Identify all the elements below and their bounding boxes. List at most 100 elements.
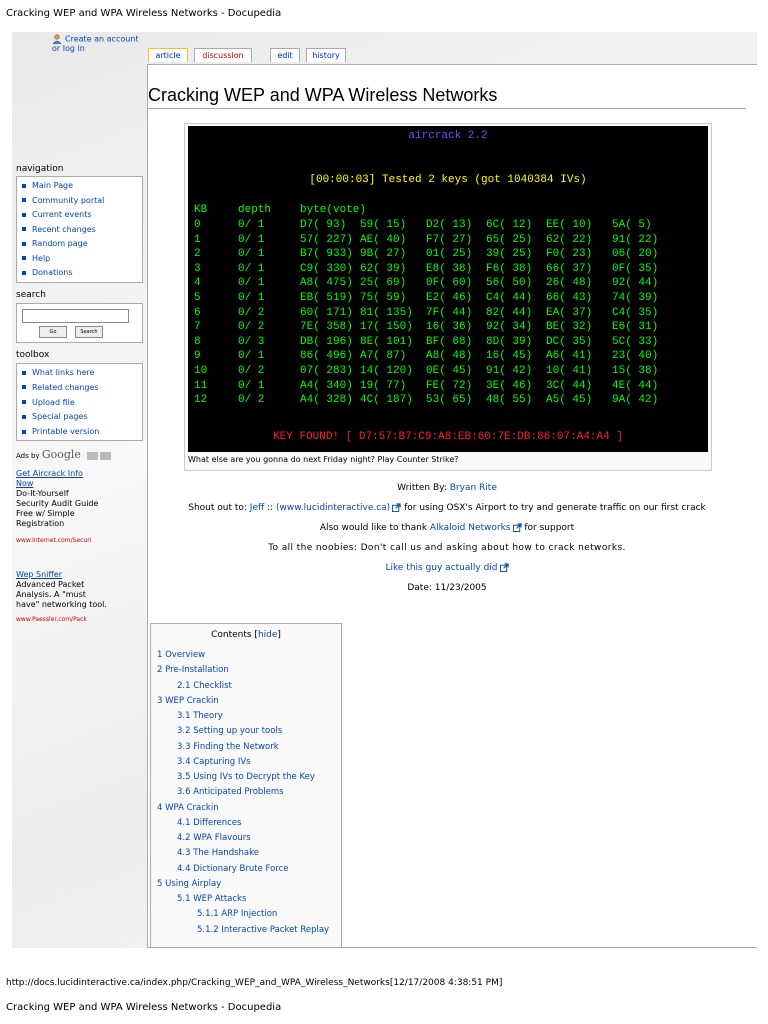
terminal-cell: A8( 475) xyxy=(300,277,353,290)
sidebar-item-toolbox[interactable]: Printable version xyxy=(22,427,99,436)
toc-item[interactable]: 3.1 Theory xyxy=(177,711,223,721)
external-link-icon xyxy=(499,563,509,572)
toc-item[interactable]: 2.1 Checklist xyxy=(177,681,232,691)
terminal-cell: 06( 20) xyxy=(612,248,659,261)
terminal-cell: 12 xyxy=(194,394,208,407)
toc-item[interactable]: 5.1 WEP Attacks xyxy=(177,894,246,904)
author-link[interactable]: Bryan Rite xyxy=(450,483,497,493)
terminal-cell: 26( 48) xyxy=(546,277,593,290)
tab-edit[interactable]: edit xyxy=(270,48,300,62)
terminal-cell: 8E( 101) xyxy=(360,335,413,348)
toc-item[interactable]: 4.4 Dictionary Brute Force xyxy=(177,864,289,874)
terminal-cell: 39( 25) xyxy=(486,248,533,261)
external-link-icon xyxy=(392,503,401,512)
sidebar-item-toolbox[interactable]: Upload file xyxy=(22,398,75,407)
sidebar-item-toolbox[interactable]: What links here xyxy=(22,368,94,377)
toc-item[interactable]: 5 Using Airplay xyxy=(157,879,221,889)
terminal-cell: C4( 35) xyxy=(612,306,659,319)
terminal-cell: C4( 44) xyxy=(486,292,533,304)
toc-item[interactable]: 3.4 Capturing IVs xyxy=(177,757,251,767)
shout-out-line: Shout out to: Jeff :: (www.lucidinteract… xyxy=(148,503,746,513)
toc-item[interactable]: 4.1 Differences xyxy=(177,818,241,828)
terminal-cell: 0F( 35) xyxy=(612,262,659,275)
toc-item[interactable]: 1 Overview xyxy=(157,650,205,660)
written-by-label: Written By: xyxy=(397,483,447,493)
thanks-line: Also would like to thank Alkaloid Networ… xyxy=(148,523,746,533)
search-input[interactable] xyxy=(22,309,129,323)
ad1-title-line2[interactable]: Now xyxy=(16,479,33,488)
search-heading: search xyxy=(16,290,46,300)
terminal-cell: B7( 933) xyxy=(300,248,353,261)
terminal-cell: 0/ 2 xyxy=(238,321,265,334)
terminal-cell: BE( 32) xyxy=(546,321,593,334)
terminal-cell: 91( 42) xyxy=(486,365,533,377)
page-title: Cracking WEP and WPA Wireless Networks xyxy=(148,85,746,109)
toc-item[interactable]: 3.2 Setting up your tools xyxy=(177,726,282,736)
toc-item[interactable]: 4 WPA Crackin xyxy=(157,803,219,813)
ad2-text-line: Advanced Packet xyxy=(16,580,85,589)
sidebar-item-nav[interactable]: Community portal xyxy=(22,196,104,205)
login-link[interactable]: Create an account or log in xyxy=(52,35,139,54)
sidebar-item-nav[interactable]: Donations xyxy=(22,268,73,277)
sidebar-item-nav[interactable]: Random page xyxy=(22,239,88,248)
print-footer-title: Cracking WEP and WPA Wireless Networks -… xyxy=(6,1002,282,1013)
toc-item[interactable]: 4.3 The Handshake xyxy=(177,848,259,858)
terminal-cell: 0/ 1 xyxy=(238,233,265,246)
toc-item[interactable]: 2 Pre-Installation xyxy=(157,665,229,675)
thanks-prefix: Also would like to thank xyxy=(319,523,428,533)
terminal-cell: AE( 40) xyxy=(360,233,407,246)
terminal-cell: 0/ 1 xyxy=(238,277,265,290)
ad1-title-line1[interactable]: Get Aircrack Info xyxy=(16,469,83,478)
print-header: Cracking WEP and WPA Wireless Networks -… xyxy=(6,8,282,19)
ads-by-google[interactable]: Ads by Google xyxy=(16,448,112,461)
ad-nav-arrows-icon[interactable] xyxy=(87,452,112,460)
toc-item[interactable]: 3.6 Anticipated Problems xyxy=(177,787,284,797)
toc-item[interactable]: 3.5 Using IVs to Decrypt the Key xyxy=(177,772,315,782)
tab-history[interactable]: history xyxy=(306,48,346,62)
terminal-cell: 60( 171) xyxy=(300,306,353,319)
sidebar-item-toolbox[interactable]: Special pages xyxy=(22,412,88,421)
toc-item[interactable]: 3.3 Finding the Network xyxy=(177,742,279,752)
terminal-cell: A7( 87) xyxy=(360,350,407,363)
sidebar-item-nav[interactable]: Main Page xyxy=(22,181,73,190)
ad1-url[interactable]: www.Internet.com/Securi xyxy=(16,537,112,544)
tab-article[interactable]: article xyxy=(148,48,188,62)
terminal-cell: 0/ 3 xyxy=(238,335,265,348)
toc-item[interactable]: 3 WEP Crackin xyxy=(157,696,219,706)
ad2-title[interactable]: Wep Sniffer xyxy=(16,570,62,579)
sidebar-item-nav[interactable]: Current events xyxy=(22,210,92,219)
terminal-cell: E6( 31) xyxy=(612,321,659,334)
jeff-link[interactable]: Jeff xyxy=(250,503,264,513)
terminal-cell: 0/ 1 xyxy=(238,292,265,304)
user-icon xyxy=(52,34,62,44)
terminal-cell: 5 xyxy=(194,292,201,304)
terminal-cell: 8 xyxy=(194,335,201,348)
sidebar-item-nav[interactable]: Recent changes xyxy=(22,225,96,234)
sidebar-item-toolbox[interactable]: Related changes xyxy=(22,383,99,392)
terminal-cell: 0/ 2 xyxy=(238,365,265,377)
sidebar: Create an account or log in navigation M… xyxy=(12,32,147,948)
terminal-cell: 10 xyxy=(194,365,208,377)
terminal-cell: 53( 65) xyxy=(426,394,473,407)
ad2-url[interactable]: www.Paessler.com/Pack xyxy=(16,616,112,623)
terminal-cell: 57( 227) xyxy=(300,233,353,246)
lucid-external-link[interactable]: (www.lucidinteractive.ca) xyxy=(276,503,390,513)
go-button[interactable]: Go xyxy=(39,326,67,338)
table-of-contents: Contents [hide] 1 Overview 2 Pre-Installa… xyxy=(150,623,342,947)
terminal-cell: 0F( 60) xyxy=(426,277,473,290)
search-button[interactable]: Search xyxy=(75,326,103,338)
toc-item[interactable]: 5.1.2 Interactive Packet Replay xyxy=(197,925,329,935)
terminal-cell: 0/ 1 xyxy=(238,262,265,275)
ad1-text-line: Security Audit Guide xyxy=(16,499,99,508)
toc-item[interactable]: 4.2 WPA Flavours xyxy=(177,833,251,843)
alkaloid-link[interactable]: Alkaloid Networks xyxy=(430,523,511,533)
google-logo: Google xyxy=(41,448,81,461)
tab-discussion[interactable]: discussion xyxy=(194,48,252,62)
personal-tools[interactable]: Create an account or log in xyxy=(52,34,147,53)
toc-hide-toggle[interactable]: hide xyxy=(258,630,277,640)
print-footer-url: http://docs.lucidinteractive.ca/index.ph… xyxy=(6,978,503,988)
navigation-heading: navigation xyxy=(16,164,64,174)
like-this-link[interactable]: Like this guy actually did xyxy=(385,563,497,573)
sidebar-item-nav[interactable]: Help xyxy=(22,254,50,263)
toc-item[interactable]: 5.1.1 ARP Injection xyxy=(197,909,277,919)
